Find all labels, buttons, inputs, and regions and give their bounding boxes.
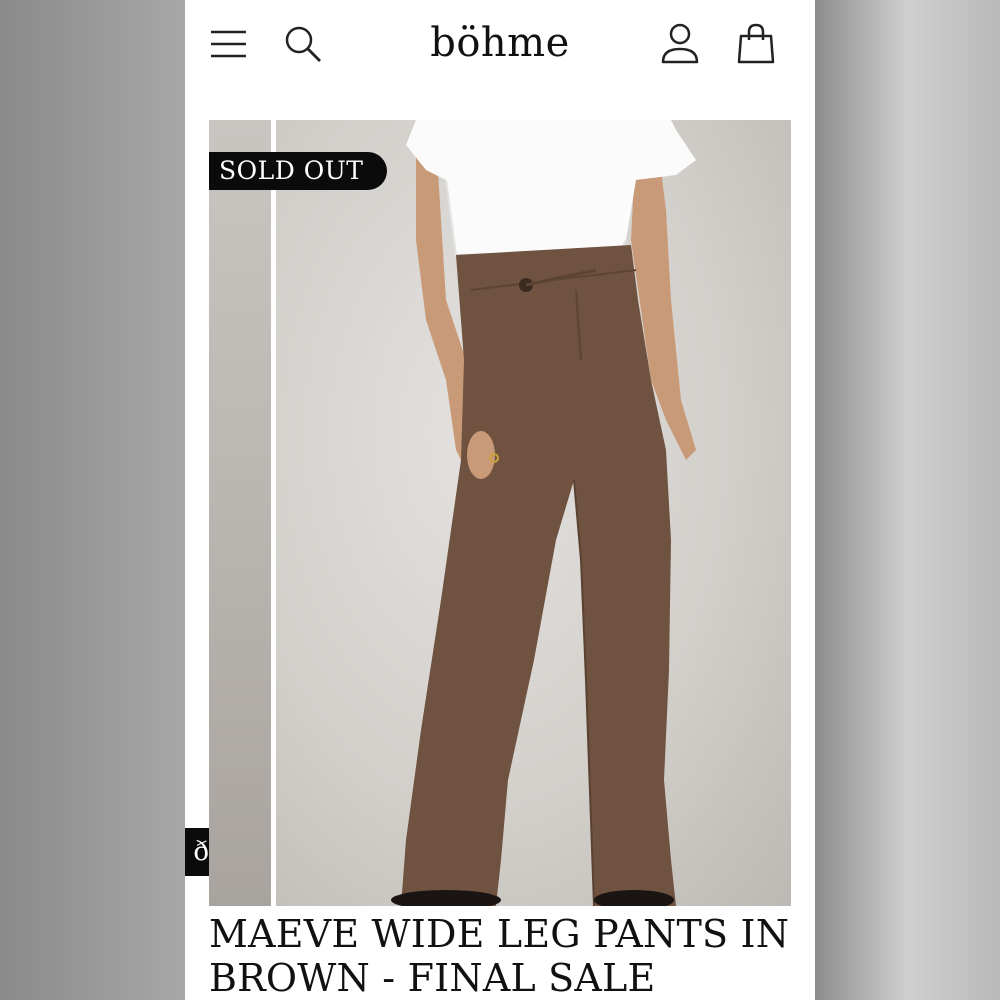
side-tab[interactable]: ð	[185, 828, 209, 876]
background-blur-right	[815, 0, 1000, 1000]
product-title: MAEVE WIDE LEG PANTS IN BROWN - FINAL SA…	[209, 912, 790, 1000]
site-header: böhme	[185, 0, 815, 95]
model-illustration	[391, 120, 696, 906]
product-page: böhme SOLD OUT ð MAEVE WIDE LEG PANTS IN…	[185, 0, 815, 1000]
account-icon[interactable]	[658, 22, 702, 66]
previous-slide-image[interactable]	[209, 120, 271, 906]
cart-icon[interactable]	[734, 22, 778, 66]
brand-logo[interactable]: böhme	[185, 20, 815, 66]
product-image[interactable]	[276, 120, 791, 906]
sold-out-badge: SOLD OUT	[209, 152, 388, 190]
product-image-gallery[interactable]	[209, 120, 791, 906]
